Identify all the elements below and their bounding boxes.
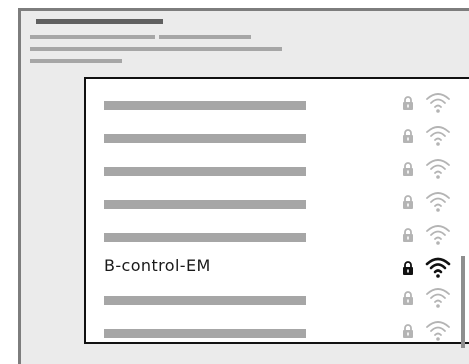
background-text-placeholder — [30, 35, 155, 39]
network-item[interactable] — [86, 118, 469, 152]
network-item[interactable] — [86, 184, 469, 218]
background-text-placeholder — [159, 35, 251, 39]
network-item-selected[interactable]: B-control-EM — [86, 250, 469, 284]
network-name-placeholder — [104, 233, 306, 242]
wifi-icon — [425, 223, 451, 245]
network-item[interactable] — [86, 217, 469, 251]
wifi-network-list: B-control-EM — [84, 77, 469, 344]
network-name-placeholder — [104, 296, 306, 305]
network-item[interactable] — [86, 85, 469, 119]
network-item[interactable] — [86, 280, 469, 314]
wifi-icon — [425, 91, 451, 113]
background-text-placeholder — [30, 47, 282, 51]
lock-icon — [402, 324, 414, 338]
background-text-placeholder — [30, 59, 122, 63]
network-name-placeholder — [104, 167, 306, 176]
network-name-placeholder — [104, 101, 306, 110]
network-name-placeholder — [104, 134, 306, 143]
lock-icon — [402, 228, 414, 242]
network-name-placeholder — [104, 329, 306, 338]
wifi-icon — [425, 124, 451, 146]
network-item[interactable] — [86, 151, 469, 185]
lock-icon — [402, 162, 414, 176]
network-item[interactable] — [86, 313, 469, 347]
wifi-icon — [425, 286, 451, 308]
network-name-placeholder — [104, 200, 306, 209]
wifi-icon — [425, 319, 451, 341]
lock-icon — [402, 291, 414, 305]
scrollbar[interactable] — [461, 256, 465, 348]
wifi-icon — [425, 256, 451, 278]
lock-icon — [402, 195, 414, 209]
lock-icon — [402, 129, 414, 143]
wifi-icon — [425, 190, 451, 212]
window-title-placeholder — [36, 19, 163, 24]
network-name: B-control-EM — [104, 256, 211, 275]
lock-icon — [402, 96, 414, 110]
lock-icon — [402, 261, 414, 275]
wifi-icon — [425, 157, 451, 179]
